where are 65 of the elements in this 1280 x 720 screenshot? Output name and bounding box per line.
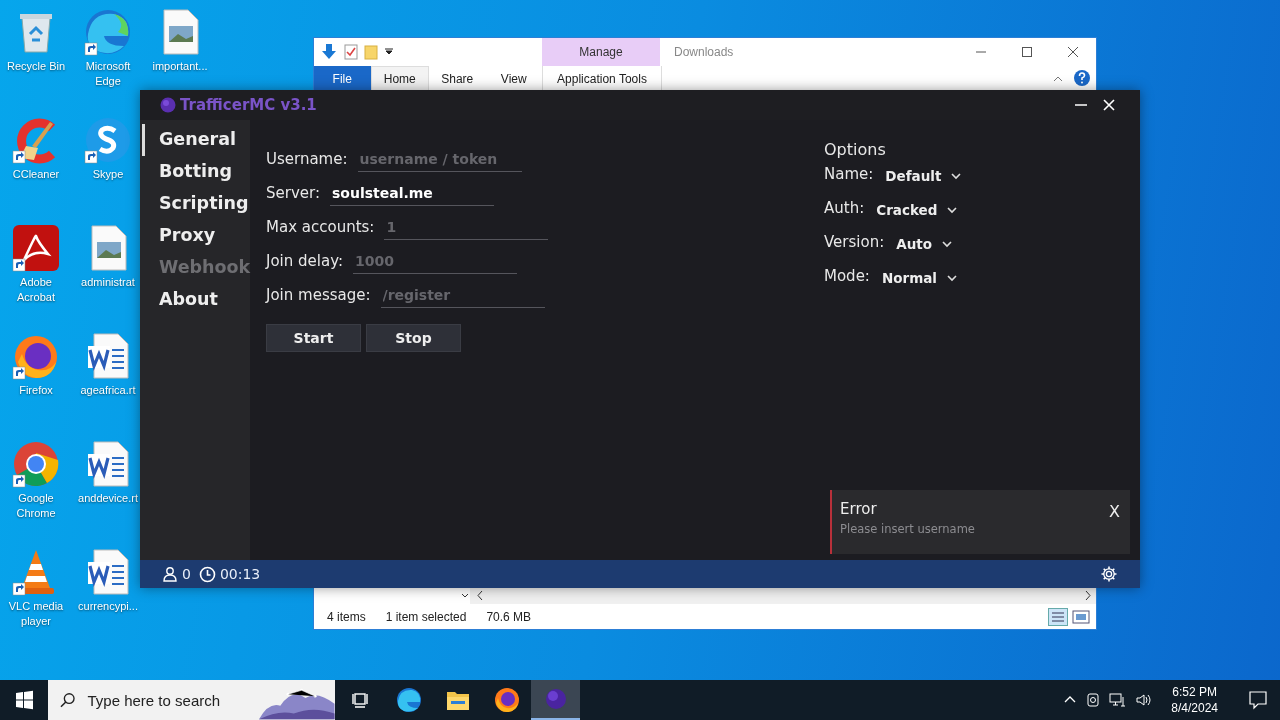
- nav-item[interactable]: Proxy: [142, 220, 216, 252]
- speaker-icon[interactable]: [1135, 692, 1154, 708]
- toast-close-button[interactable]: X: [1105, 500, 1124, 523]
- caret-icon: [942, 240, 952, 248]
- network-icon[interactable]: [1109, 692, 1128, 708]
- search-field[interactable]: Type here to search: [85, 690, 250, 710]
- field-label: Join delay:: [266, 252, 343, 272]
- option-label: Name:: [824, 165, 874, 185]
- status-text: 1 item selected: [385, 609, 467, 624]
- dropdown-caret-icon[interactable]: [384, 48, 394, 56]
- user-count: 0: [182, 566, 191, 582]
- nav-item[interactable]: Scripting: [142, 188, 249, 220]
- toast-message: Please insert username: [840, 522, 975, 536]
- circle-logo-icon[interactable]: [12, 440, 60, 488]
- s-logo-icon[interactable]: [84, 116, 132, 164]
- input-field[interactable]: 1000: [353, 253, 517, 274]
- details-view-icon[interactable]: [1048, 607, 1068, 626]
- input-field[interactable]: soulsteal.me: [330, 185, 494, 206]
- close-icon[interactable]: [1102, 98, 1116, 112]
- ribbon-tab[interactable]: Share: [429, 66, 486, 91]
- dropdown[interactable]: Default: [885, 168, 962, 184]
- options-heading: Options: [824, 140, 887, 159]
- input-field[interactable]: 1: [384, 219, 549, 240]
- field-label: Username:: [266, 150, 348, 170]
- option-label: Auth:: [824, 199, 865, 219]
- dropdown[interactable]: Cracked: [876, 202, 958, 218]
- elapsed-time: 00:13: [219, 566, 261, 582]
- status-text: 4 items: [327, 609, 366, 624]
- field-label: Join message:: [266, 286, 371, 306]
- settings-icon[interactable]: [1100, 565, 1118, 583]
- pdf-logo-icon[interactable]: [12, 224, 60, 272]
- action-button[interactable]: Start: [266, 324, 361, 352]
- download-arrow-icon[interactable]: [320, 43, 338, 61]
- search-icon: [60, 692, 76, 708]
- field-label: Max accounts:: [266, 218, 375, 238]
- ribbon-tab[interactable]: File: [314, 66, 371, 91]
- input-field[interactable]: username / token: [357, 151, 522, 172]
- caret-icon: [947, 206, 958, 214]
- status-text: 70.6 MB: [486, 609, 532, 624]
- clock-time[interactable]: 6:52 PM: [1172, 684, 1217, 700]
- window-title: Downloads: [674, 45, 735, 59]
- properties-icon[interactable]: [344, 44, 358, 60]
- toast-title: Error: [840, 500, 877, 518]
- dropdown[interactable]: Auto: [896, 236, 952, 252]
- nav-item[interactable]: General: [142, 124, 236, 156]
- dropdown[interactable]: Normal: [881, 270, 957, 286]
- caret-icon: [951, 172, 962, 180]
- clock-date[interactable]: 8/4/2024: [1171, 700, 1218, 716]
- clock-icon: [198, 565, 216, 583]
- action-button[interactable]: Stop: [366, 324, 461, 352]
- option-label: Version:: [824, 233, 885, 253]
- app-title: TrafficerMC v3.1: [180, 96, 317, 114]
- user-icon: [162, 566, 178, 582]
- taskbar-search-bar[interactable]: Type here to search: [48, 680, 335, 720]
- option-label: Mode:: [824, 267, 870, 287]
- tray-app-icon[interactable]: [1085, 692, 1102, 708]
- logo-icon: [160, 97, 176, 113]
- input-field[interactable]: /register: [380, 287, 545, 308]
- field-label: Server:: [266, 184, 320, 204]
- nav-item[interactable]: Botting: [142, 156, 233, 188]
- caret-icon: [947, 274, 957, 282]
- nav-item[interactable]: About: [142, 284, 218, 316]
- wave-logo-icon[interactable]: [84, 8, 132, 56]
- ribbon-tab[interactable]: View: [485, 66, 542, 91]
- context-tab-group: Manage: [542, 38, 660, 66]
